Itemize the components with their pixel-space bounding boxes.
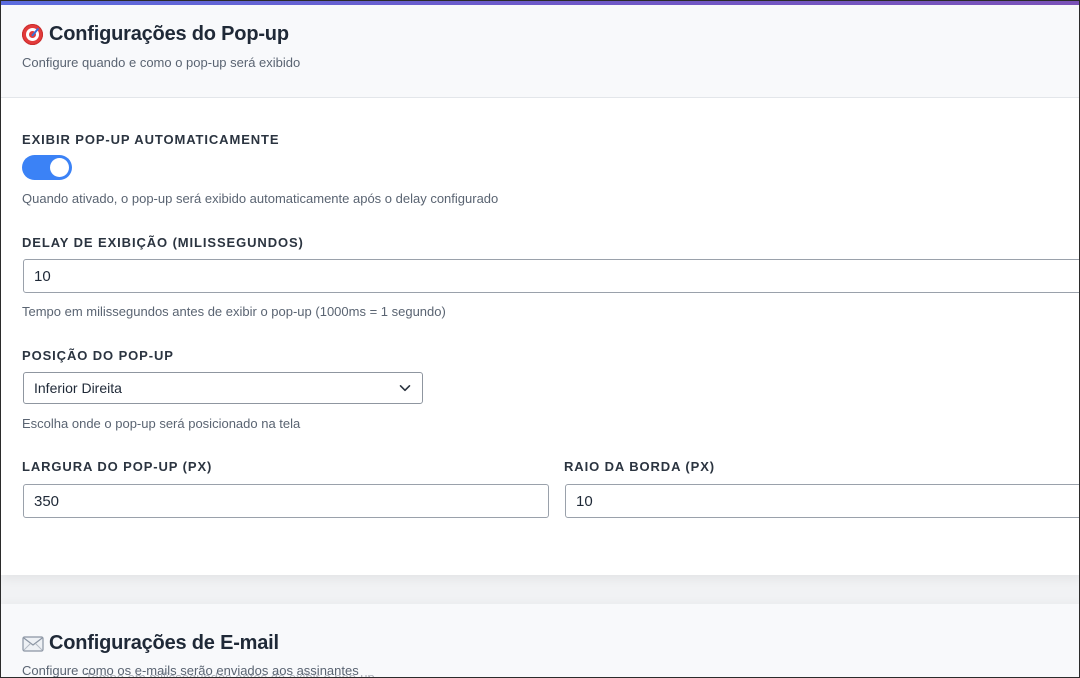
delay-help: Tempo em milissegundos antes de exibir o… bbox=[22, 304, 446, 319]
popup-settings-title: Configurações do Pop-up bbox=[49, 23, 289, 45]
width-input[interactable] bbox=[23, 484, 549, 518]
popup-settings-title-row: Configurações do Pop-up bbox=[22, 23, 289, 46]
radius-input[interactable] bbox=[565, 484, 1079, 518]
position-label: POSIÇÃO DO POP-UP bbox=[22, 348, 174, 363]
envelope-icon bbox=[22, 635, 44, 652]
email-settings-card: Configurações de E-mail Configure como o… bbox=[1, 604, 1079, 677]
position-help: Escolha onde o pop-up será posicionado n… bbox=[22, 416, 301, 431]
position-selected-value: Inferior Direita bbox=[34, 380, 122, 396]
auto-show-help: Quando ativado, o pop-up será exibido au… bbox=[22, 191, 499, 206]
auto-show-label: EXIBIR POP-UP AUTOMATICAMENTE bbox=[22, 132, 280, 147]
target-icon bbox=[22, 24, 43, 45]
popup-settings-header: Configurações do Pop-up Configure quando… bbox=[1, 5, 1079, 98]
position-select[interactable]: Inferior Direita bbox=[23, 372, 423, 404]
auto-show-toggle[interactable] bbox=[22, 155, 72, 180]
toggle-knob bbox=[50, 158, 69, 177]
popup-settings-card: Configurações do Pop-up Configure quando… bbox=[1, 1, 1079, 575]
chevron-down-icon bbox=[399, 385, 411, 392]
radius-label: RAIO DA BORDA (PX) bbox=[564, 459, 716, 474]
delay-input[interactable] bbox=[23, 259, 1079, 293]
delay-label: DELAY DE EXIBIÇÃO (MILISSEGUNDOS) bbox=[22, 235, 304, 250]
popup-settings-subtitle: Configure quando e como o pop-up será ex… bbox=[22, 55, 301, 70]
page-frame: Configurações do Pop-up Configure quando… bbox=[0, 0, 1080, 678]
overlapping-ghost-text: Tempo em milissegundos antes de exibir o… bbox=[85, 670, 375, 678]
width-label: LARGURA DO POP-UP (PX) bbox=[22, 459, 213, 474]
email-settings-title-row: Configurações de E-mail bbox=[22, 632, 279, 655]
email-settings-title: Configurações de E-mail bbox=[49, 632, 279, 654]
